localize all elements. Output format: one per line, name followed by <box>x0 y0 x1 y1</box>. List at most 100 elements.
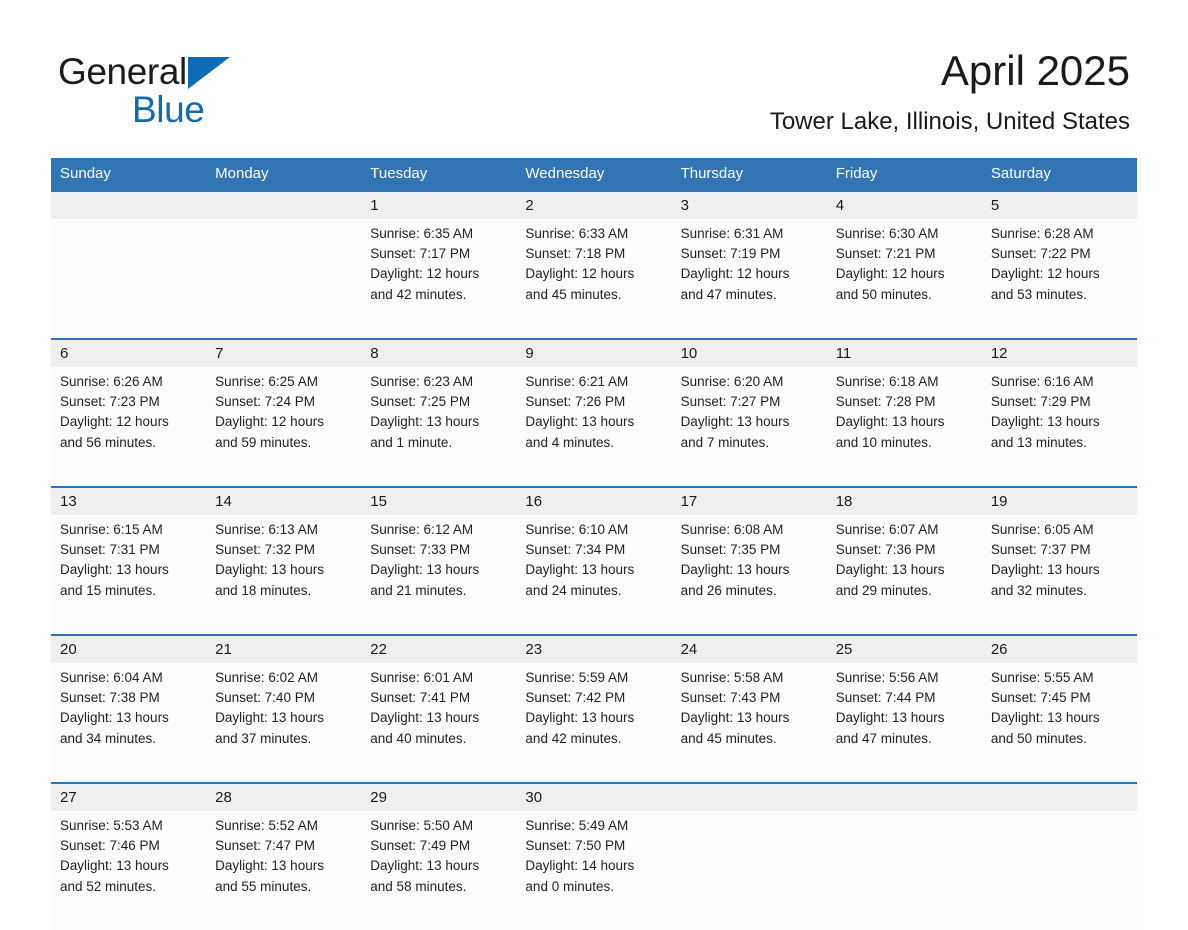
day-number-cell[interactable]: 26 <box>981 634 1137 663</box>
day-number-cell[interactable]: 20 <box>51 634 207 663</box>
day-detail-line: Sunset: 7:22 PM <box>990 246 1091 262</box>
day-number-cell[interactable]: 3 <box>671 190 827 219</box>
day-detail-cell: Sunrise: 6:08 AM Sunset: 7:35 PM Daylight:… <box>671 515 827 635</box>
day-detail-line: Sunset: 7:24 PM <box>215 394 315 410</box>
day-detail-line: Sunrise: 6:10 AM <box>525 522 629 537</box>
day-detail-line: Daylight: 13 hours <box>60 710 169 726</box>
day-number-cell[interactable]: 4 <box>826 190 982 219</box>
day-detail-line: and 10 minutes. <box>835 434 932 450</box>
calendar-page: General Blue April 2025 Tower Lake, Illi… <box>0 0 1188 930</box>
day-detail-line: Sunrise: 5:52 AM <box>215 818 318 833</box>
day-number-cell[interactable]: 23 <box>516 634 672 663</box>
day-detail-cell: Sunrise: 6:10 AM Sunset: 7:34 PM Daylight:… <box>516 515 672 635</box>
day-detail-line: Sunset: 7:47 PM <box>215 838 315 854</box>
day-detail-line: Sunset: 7:23 PM <box>60 394 160 410</box>
day-detail-line: Daylight: 12 hours <box>215 414 324 430</box>
day-detail-line: and 53 minutes. <box>990 286 1087 302</box>
day-number-cell[interactable]: 14 <box>206 486 362 515</box>
day-number-cell[interactable]: 9 <box>516 338 672 367</box>
day-detail-line: Sunrise: 6:16 AM <box>990 374 1094 389</box>
weekday-header-wednesday: Wednesday <box>516 158 672 191</box>
day-detail-line: and 45 minutes. <box>680 730 777 746</box>
week-detail-row: Sunrise: 6:04 AM Sunset: 7:38 PM Daylight:… <box>51 663 1137 783</box>
week-daynumber-row: 27 28 29 30 <box>51 782 1137 811</box>
day-number-cell[interactable]: 13 <box>51 486 207 515</box>
day-detail-cell: Sunrise: 6:13 AM Sunset: 7:32 PM Daylight:… <box>206 515 362 635</box>
day-detail-line: Sunset: 7:19 PM <box>680 246 781 262</box>
day-detail-cell: Sunrise: 5:58 AM Sunset: 7:43 PM Daylight:… <box>671 663 827 783</box>
day-detail-line: Daylight: 13 hours <box>60 858 169 874</box>
day-number-cell[interactable]: 15 <box>361 486 517 515</box>
day-detail-line: Sunrise: 6:31 AM <box>680 226 784 241</box>
day-number-cell[interactable]: 16 <box>516 486 672 515</box>
day-detail-line: and 15 minutes. <box>60 582 157 598</box>
day-number-cell[interactable]: 8 <box>361 338 517 367</box>
day-detail-line: Sunset: 7:45 PM <box>990 690 1091 706</box>
day-number-cell[interactable]: 11 <box>826 338 982 367</box>
day-detail-line: Sunset: 7:50 PM <box>525 838 626 854</box>
day-detail-cell: Sunrise: 5:56 AM Sunset: 7:44 PM Daylight:… <box>826 663 982 783</box>
day-detail-line: Sunset: 7:26 PM <box>525 394 626 410</box>
day-detail-line: Sunrise: 6:01 AM <box>370 670 474 685</box>
day-detail-line: Sunrise: 6:04 AM <box>60 670 163 685</box>
day-number-cell[interactable]: 1 <box>361 190 517 219</box>
location-subtitle: Tower Lake, Illinois, United States <box>769 108 1130 135</box>
day-detail-cell: Sunrise: 6:01 AM Sunset: 7:41 PM Daylight:… <box>361 663 517 783</box>
day-number-cell[interactable]: 29 <box>361 782 517 811</box>
day-detail-line: and 4 minutes. <box>525 434 614 450</box>
day-detail-line: and 59 minutes. <box>215 434 312 450</box>
day-detail-cell: Sunrise: 6:26 AM Sunset: 7:23 PM Daylight:… <box>51 367 207 487</box>
day-detail-line: Sunset: 7:28 PM <box>835 394 936 410</box>
day-number-empty <box>51 190 207 219</box>
day-number-cell[interactable]: 22 <box>361 634 517 663</box>
logo-text-general: General <box>58 51 187 92</box>
day-number-cell[interactable]: 30 <box>516 782 672 811</box>
day-detail-line: Sunset: 7:17 PM <box>370 246 471 262</box>
day-detail-cell: Sunrise: 5:52 AM Sunset: 7:47 PM Daylight:… <box>206 811 362 930</box>
day-detail-line: Sunrise: 5:49 AM <box>525 818 629 833</box>
day-number-cell[interactable]: 18 <box>826 486 982 515</box>
day-number-cell[interactable]: 12 <box>981 338 1137 367</box>
day-detail-cell: Sunrise: 6:25 AM Sunset: 7:24 PM Daylight:… <box>206 367 362 487</box>
day-number-cell[interactable]: 2 <box>516 190 672 219</box>
day-detail-line: and 29 minutes. <box>835 582 932 598</box>
day-detail-line: Sunrise: 6:30 AM <box>835 226 939 241</box>
day-detail-line: and 50 minutes. <box>990 730 1087 746</box>
day-detail-line: Sunset: 7:38 PM <box>60 690 160 706</box>
day-detail-line: Daylight: 12 hours <box>370 266 480 282</box>
day-detail-line: Daylight: 13 hours <box>835 710 945 726</box>
day-detail-line: Sunrise: 6:33 AM <box>525 226 629 241</box>
day-detail-line: Daylight: 13 hours <box>990 710 1100 726</box>
day-detail-line: Sunrise: 6:13 AM <box>215 522 318 537</box>
day-number-cell[interactable]: 25 <box>826 634 982 663</box>
day-detail-line: and 7 minutes. <box>680 434 770 450</box>
day-detail-line: and 24 minutes. <box>525 582 622 598</box>
day-detail-line: Sunrise: 5:58 AM <box>680 670 784 685</box>
day-number-cell[interactable]: 27 <box>51 782 207 811</box>
day-detail-line: and 32 minutes. <box>990 582 1087 598</box>
day-number-cell[interactable]: 24 <box>671 634 827 663</box>
day-number-cell[interactable]: 19 <box>981 486 1137 515</box>
day-detail-line: Sunrise: 5:59 AM <box>525 670 629 685</box>
day-number-cell[interactable]: 17 <box>671 486 827 515</box>
logo-text-blue: Blue <box>132 89 205 130</box>
day-detail-line: Daylight: 13 hours <box>215 858 324 874</box>
day-number-cell[interactable]: 28 <box>206 782 362 811</box>
day-detail-line: Daylight: 13 hours <box>525 562 635 578</box>
day-detail-line: Sunrise: 6:07 AM <box>835 522 939 537</box>
day-detail-line: Daylight: 13 hours <box>835 414 945 430</box>
day-detail-line: Sunrise: 6:35 AM <box>370 226 474 241</box>
day-number-cell[interactable]: 6 <box>51 338 207 367</box>
day-number-cell[interactable]: 21 <box>206 634 362 663</box>
day-detail-cell: Sunrise: 6:16 AM Sunset: 7:29 PM Daylight:… <box>981 367 1137 487</box>
day-detail-empty <box>206 219 362 339</box>
title-block: April 2025 Tower Lake, Illinois, United … <box>770 46 1130 136</box>
week-detail-row: Sunrise: 5:53 AM Sunset: 7:46 PM Daylight:… <box>51 811 1137 930</box>
weekday-header-monday: Monday <box>206 158 362 191</box>
day-number-cell[interactable]: 10 <box>671 338 827 367</box>
day-detail-cell: Sunrise: 6:21 AM Sunset: 7:26 PM Daylight:… <box>516 367 672 487</box>
day-number-cell[interactable]: 5 <box>981 190 1137 219</box>
weekday-header-tuesday: Tuesday <box>361 158 517 191</box>
page-header: General Blue April 2025 Tower Lake, Illi… <box>0 0 1188 150</box>
day-number-cell[interactable]: 7 <box>206 338 362 367</box>
